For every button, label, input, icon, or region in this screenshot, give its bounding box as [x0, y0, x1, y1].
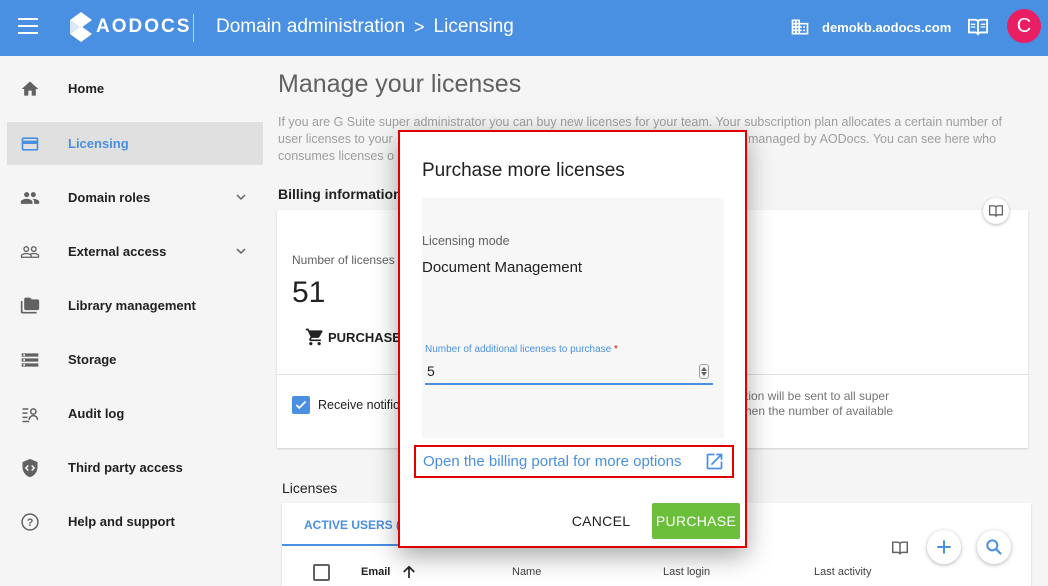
page-title: Manage your licenses	[278, 70, 522, 98]
purchase-licenses-button[interactable]: PURCHASE	[305, 327, 401, 347]
sort-arrow-up-icon[interactable]	[400, 563, 418, 586]
stepper-down-icon	[701, 372, 707, 376]
card-icon	[19, 133, 41, 155]
intro-line-2-right: managed by AODocs. You can see here who	[748, 132, 997, 146]
sidebar-item-label: Licensing	[68, 136, 129, 151]
column-header-name[interactable]: Name	[512, 566, 541, 578]
top-app-bar: AODOCS Domain administration > Licensing…	[0, 0, 1048, 56]
people-outline-icon	[19, 241, 41, 263]
sidebar-item-label: Audit log	[68, 406, 125, 421]
notification-description-line-2: hen the number of available	[745, 404, 894, 418]
add-user-button[interactable]	[927, 530, 961, 564]
search-button[interactable]	[977, 530, 1011, 564]
folders-icon	[19, 295, 41, 317]
chevron-down-icon[interactable]	[233, 189, 249, 208]
help-icon: ?	[19, 511, 41, 533]
avatar[interactable]: C	[1007, 9, 1041, 43]
notification-description: tion will be sent to all super hen the n…	[745, 389, 1005, 419]
sidebar: Home Licensing Domain roles External acc…	[0, 56, 270, 586]
sidebar-item-library-management[interactable]: Library management	[7, 284, 263, 327]
licensing-mode-value: Document Management	[422, 259, 583, 276]
sidebar-item-home[interactable]: Home	[7, 67, 263, 110]
sidebar-item-help-and-support[interactable]: ? Help and support	[7, 500, 263, 543]
sidebar-item-label: Help and support	[68, 514, 175, 529]
sidebar-item-label: Third party access	[68, 460, 183, 475]
aodocs-logo[interactable]: AODOCS	[70, 12, 191, 42]
tab-active-users[interactable]: ACTIVE USERS (	[282, 503, 402, 546]
chevron-down-icon[interactable]	[233, 243, 249, 262]
billing-portal-link[interactable]: Open the billing portal for more options	[423, 453, 681, 470]
sidebar-item-label: Home	[68, 81, 105, 96]
domain-selector[interactable]: demokb.aodocs.com	[790, 17, 951, 37]
check-icon	[295, 400, 307, 410]
breadcrumb-separator: >	[414, 16, 425, 37]
breadcrumb-parent[interactable]: Domain administration	[216, 16, 405, 38]
documentation-icon[interactable]	[983, 198, 1009, 224]
intro-line-1: If you are G Suite super administrator y…	[278, 115, 1002, 129]
notification-description-line-1: tion will be sent to all super	[745, 389, 890, 403]
audit-log-icon	[19, 403, 41, 425]
quantity-input[interactable]	[425, 359, 713, 385]
sidebar-item-label: External access	[68, 244, 167, 259]
cart-icon	[305, 328, 323, 346]
sidebar-item-label: Storage	[68, 352, 117, 367]
stepper-up-icon	[701, 367, 707, 371]
documentation-icon[interactable]	[884, 532, 916, 564]
sidebar-item-third-party-access[interactable]: Third party access	[7, 446, 263, 489]
documentation-icon[interactable]	[967, 17, 989, 42]
topbar-divider	[193, 14, 194, 42]
licenses-count-label: Number of licenses	[292, 253, 395, 267]
dialog-title: Purchase more licenses	[422, 160, 625, 181]
column-header-last-activity[interactable]: Last activity	[814, 566, 871, 578]
intro-line-2-left: user licenses to your	[278, 132, 393, 146]
sidebar-item-external-access[interactable]: External access	[7, 230, 263, 273]
cancel-button[interactable]: CANCEL	[565, 504, 637, 538]
quantity-label-text: Number of additional licenses to purchas…	[425, 344, 612, 355]
billing-link-highlight: Open the billing portal for more options	[414, 445, 734, 478]
licensing-mode-label: Licensing mode	[422, 234, 510, 248]
sidebar-item-storage[interactable]: Storage	[7, 338, 263, 381]
required-marker: *	[614, 344, 618, 355]
select-all-checkbox[interactable]	[313, 564, 330, 581]
search-icon	[986, 539, 1002, 555]
building-icon	[791, 19, 809, 35]
notification-checkbox[interactable]	[292, 396, 310, 414]
sidebar-item-audit-log[interactable]: Audit log	[7, 392, 263, 435]
sidebar-item-label: Domain roles	[68, 190, 151, 205]
purchase-licenses-dialog: Purchase more licenses Licensing mode Do…	[398, 130, 747, 548]
domain-name: demokb.aodocs.com	[822, 19, 952, 35]
sidebar-item-label: Library management	[68, 298, 196, 313]
aodocs-logo-icon	[70, 12, 92, 42]
tab-active-users-label: ACTIVE USERS (	[304, 518, 401, 532]
people-icon	[19, 187, 41, 209]
column-header-email[interactable]: Email	[361, 566, 390, 578]
quantity-stepper[interactable]	[699, 364, 709, 379]
logo-text: AODOCS	[96, 16, 192, 37]
licenses-count-value: 51	[292, 276, 326, 309]
plus-icon	[937, 540, 951, 554]
home-icon	[19, 78, 41, 100]
licenses-section-title: Licenses	[282, 480, 338, 496]
open-in-new-icon[interactable]	[704, 451, 725, 477]
storage-icon	[19, 349, 41, 371]
purchase-button[interactable]: PURCHASE	[652, 503, 740, 539]
shield-icon	[19, 457, 41, 479]
notification-label: Receive notific	[318, 398, 400, 412]
purchase-button-label: PURCHASE	[328, 329, 401, 345]
menu-icon[interactable]	[18, 18, 38, 38]
quantity-label: Number of additional licenses to purchas…	[425, 344, 618, 355]
sidebar-item-licensing[interactable]: Licensing	[7, 122, 263, 165]
column-header-last-login[interactable]: Last login	[663, 566, 710, 578]
billing-section-title: Billing information	[278, 186, 402, 202]
sidebar-item-domain-roles[interactable]: Domain roles	[7, 176, 263, 219]
svg-text:?: ?	[27, 517, 34, 529]
breadcrumb: Domain administration > Licensing	[216, 16, 514, 38]
breadcrumb-current: Licensing	[433, 16, 514, 37]
